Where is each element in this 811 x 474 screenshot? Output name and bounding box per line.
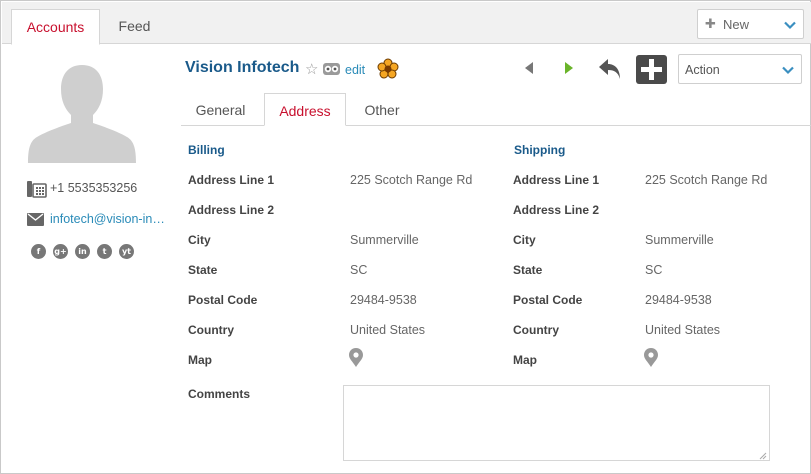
tab-other[interactable]: Other bbox=[351, 93, 413, 126]
phone-number: +1 5535353256 bbox=[50, 181, 138, 195]
billing-label: State bbox=[188, 263, 218, 277]
tab-accounts[interactable]: Accounts bbox=[11, 9, 100, 45]
shipping-value: Summerville bbox=[645, 233, 714, 247]
billing-label: Address Line 2 bbox=[188, 203, 275, 217]
billing-heading: Billing bbox=[188, 143, 225, 157]
billing-label: Postal Code bbox=[188, 293, 258, 307]
youtube-icon[interactable]: yt bbox=[119, 244, 134, 259]
plus-icon: ✚ bbox=[705, 16, 716, 31]
shipping-label: City bbox=[513, 233, 536, 247]
comments-textarea[interactable] bbox=[343, 385, 770, 461]
billing-value: United States bbox=[350, 323, 426, 337]
chevron-down-icon bbox=[784, 18, 796, 33]
next-record-icon[interactable] bbox=[563, 61, 575, 78]
twitter-icon[interactable]: t bbox=[97, 244, 112, 259]
shipping-value: SC bbox=[645, 263, 663, 277]
previous-record-icon[interactable] bbox=[523, 61, 535, 78]
envelope-icon bbox=[27, 210, 44, 230]
shipping-label: State bbox=[513, 263, 543, 277]
follow-owl-icon[interactable] bbox=[323, 62, 340, 79]
flower-icon[interactable] bbox=[377, 58, 399, 83]
tab-feed[interactable]: Feed bbox=[102, 9, 167, 45]
new-button[interactable]: ✚ New bbox=[697, 9, 804, 39]
comments-label: Comments bbox=[188, 387, 251, 401]
action-select-value: Action bbox=[685, 63, 720, 77]
plus-icon bbox=[636, 59, 667, 87]
shipping-heading: Shipping bbox=[514, 143, 566, 157]
facebook-icon[interactable]: f bbox=[31, 244, 46, 259]
tab-general[interactable]: General bbox=[183, 93, 258, 126]
email-link[interactable]: infotech@vision-in… bbox=[50, 212, 165, 226]
billing-label: City bbox=[188, 233, 211, 247]
billing-value: 29484-9538 bbox=[350, 293, 417, 307]
map-pin-icon[interactable] bbox=[644, 348, 658, 370]
shipping-value: 29484-9538 bbox=[645, 293, 712, 307]
shipping-value: United States bbox=[645, 323, 721, 337]
billing-label: Address Line 1 bbox=[188, 173, 275, 187]
top-tab-bar: Accounts Feed ✚ New bbox=[2, 2, 811, 45]
tab-address[interactable]: Address bbox=[264, 93, 346, 126]
shipping-label: Map bbox=[513, 353, 537, 367]
account-detail-window: Accounts Feed ✚ New +1 5535353256 infote… bbox=[0, 0, 811, 474]
undo-icon[interactable] bbox=[597, 57, 623, 84]
map-pin-icon[interactable] bbox=[349, 348, 363, 370]
add-button[interactable] bbox=[636, 55, 667, 84]
billing-value: Summerville bbox=[350, 233, 419, 247]
resize-grip-icon[interactable] bbox=[758, 449, 767, 463]
page-title: Vision Infotech bbox=[185, 59, 300, 76]
shipping-label: Address Line 1 bbox=[513, 173, 600, 187]
billing-value: 225 Scotch Range Rd bbox=[350, 173, 473, 187]
action-select[interactable]: Action bbox=[678, 54, 802, 84]
billing-value: SC bbox=[350, 263, 368, 277]
star-icon[interactable]: ☆ bbox=[305, 60, 318, 78]
new-button-label: New bbox=[723, 17, 750, 32]
phone-icon bbox=[27, 179, 47, 201]
shipping-label: Country bbox=[513, 323, 559, 337]
avatar bbox=[27, 61, 137, 163]
billing-label: Map bbox=[188, 353, 212, 367]
linkedin-icon[interactable]: in bbox=[75, 244, 90, 259]
shipping-value: 225 Scotch Range Rd bbox=[645, 173, 768, 187]
edit-link[interactable]: edit bbox=[345, 63, 365, 77]
google-plus-icon[interactable]: g+ bbox=[53, 244, 68, 259]
shipping-label: Postal Code bbox=[513, 293, 583, 307]
billing-label: Country bbox=[188, 323, 234, 337]
shipping-label: Address Line 2 bbox=[513, 203, 600, 217]
chevron-down-icon bbox=[782, 64, 794, 78]
